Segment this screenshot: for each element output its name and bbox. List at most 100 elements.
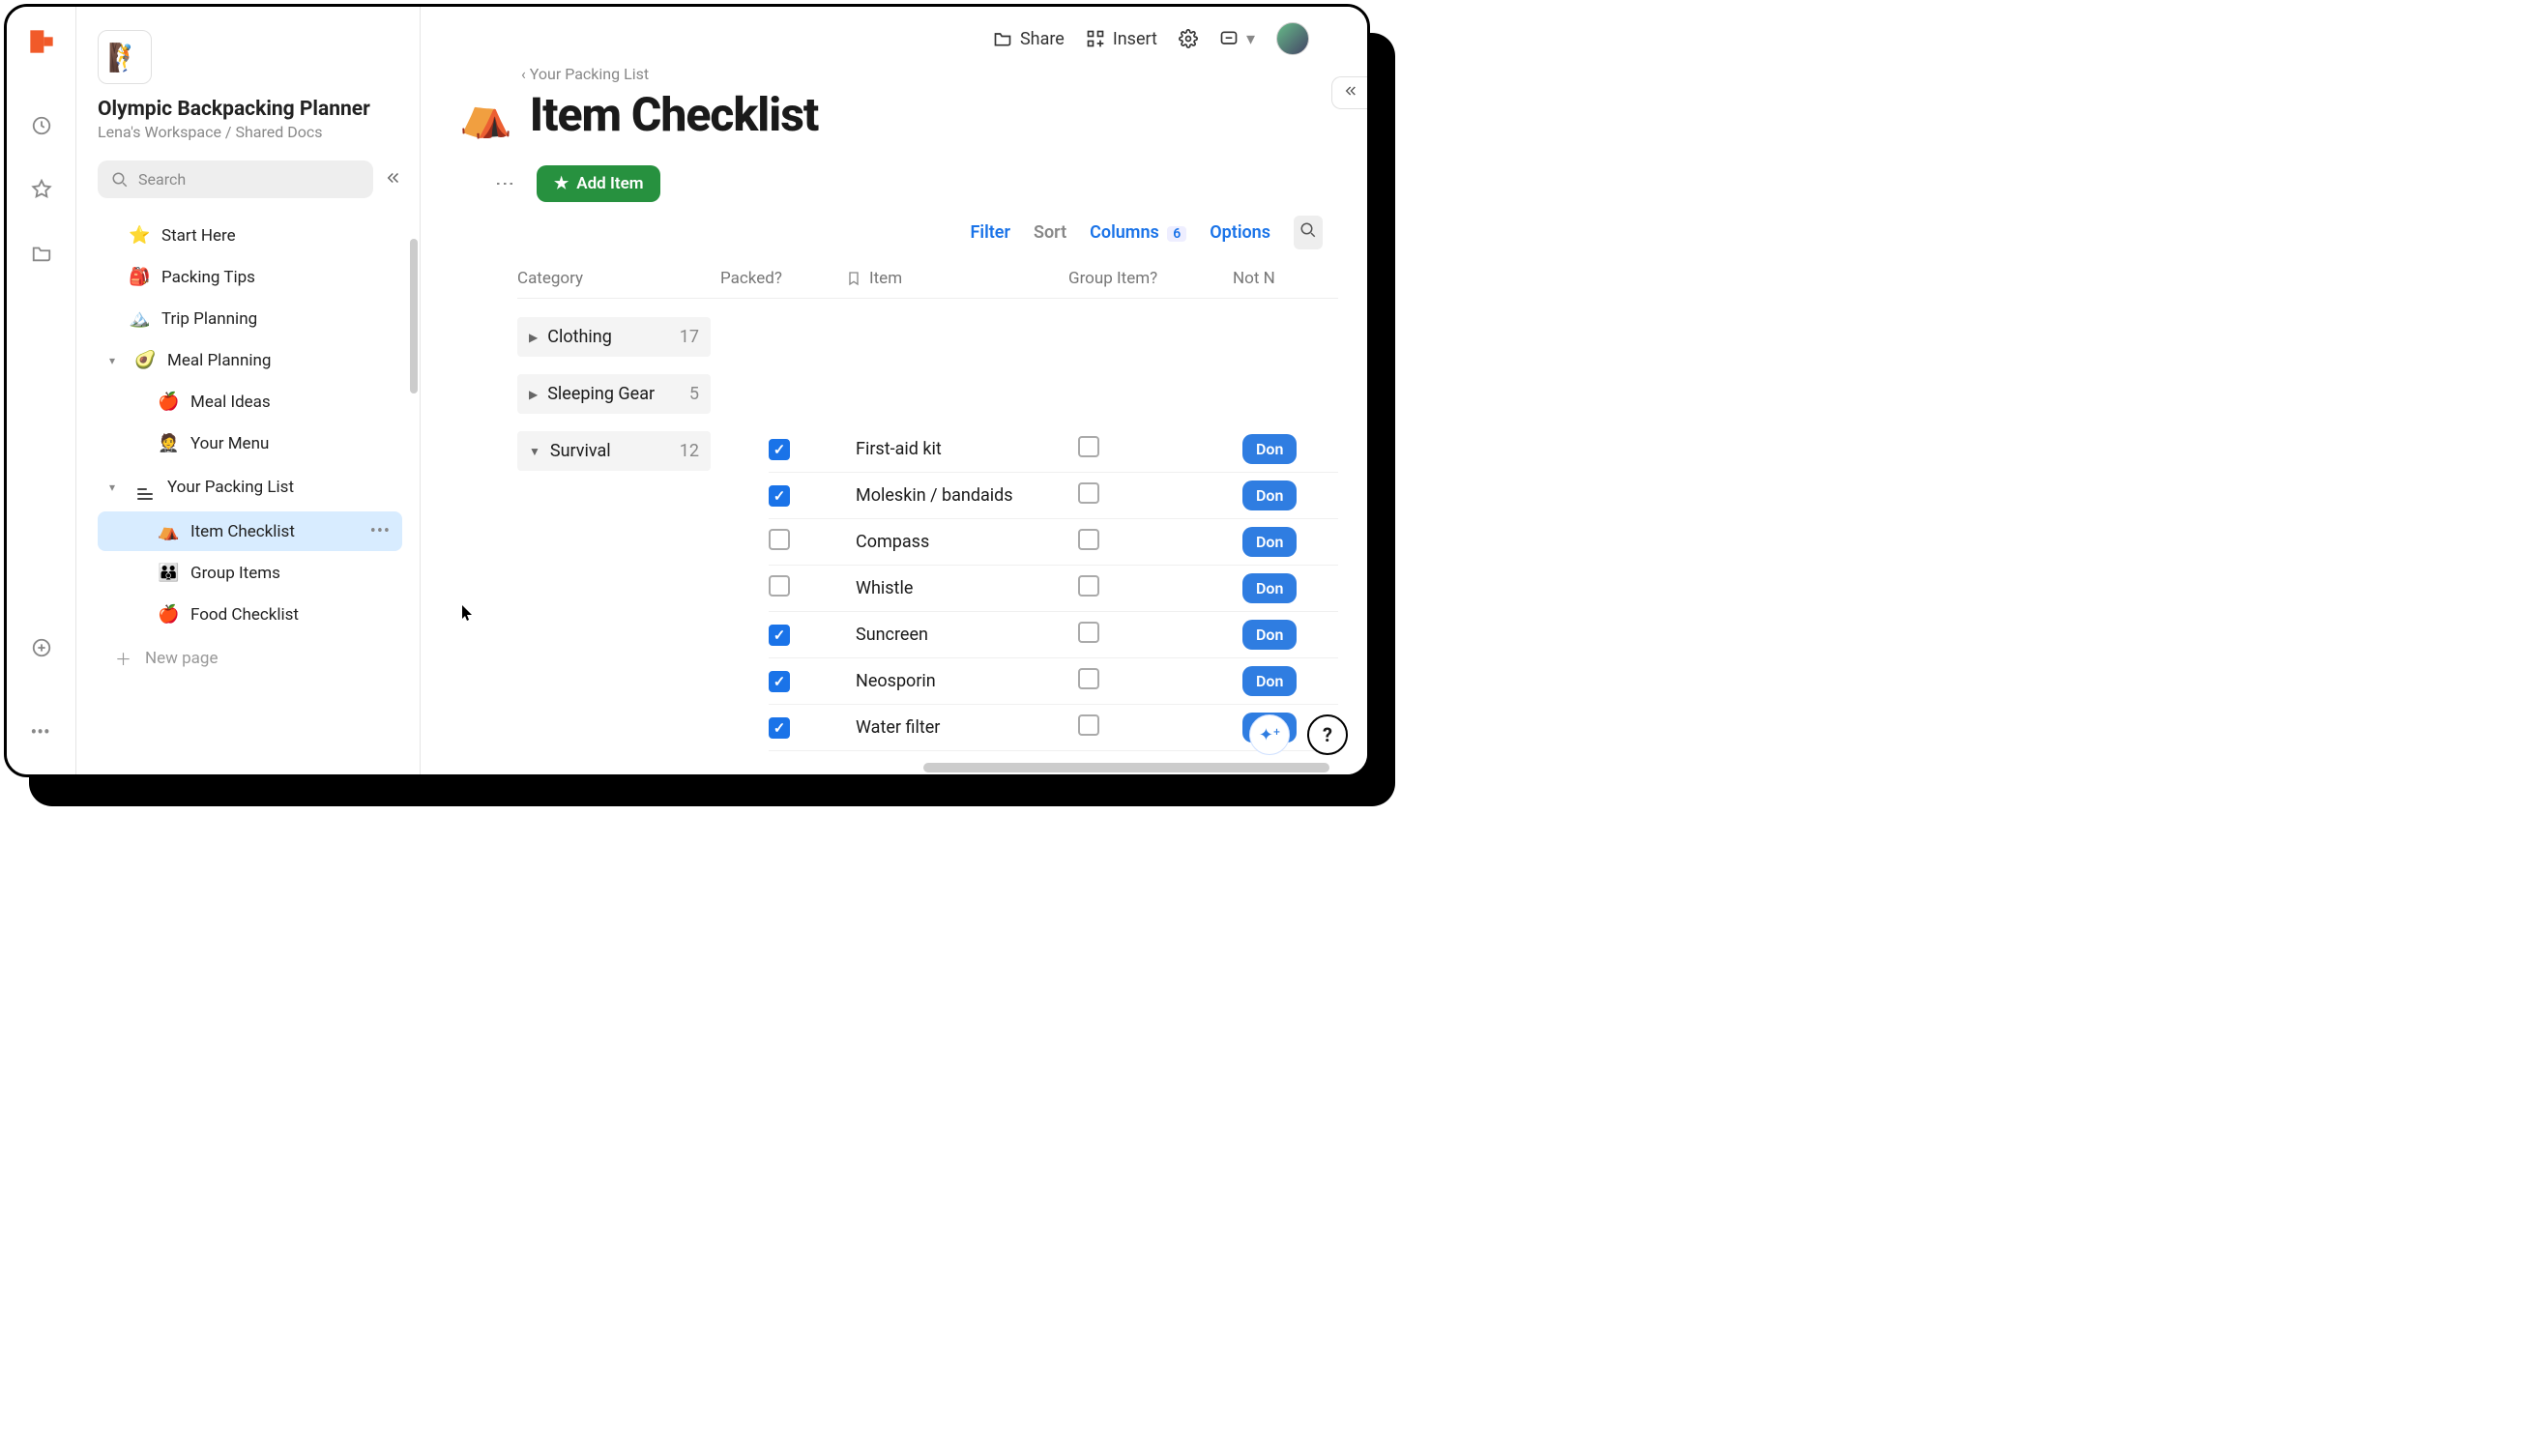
options-button[interactable]: Options	[1210, 222, 1270, 243]
more-icon[interactable]: •••	[370, 521, 391, 541]
clock-icon[interactable]	[31, 115, 52, 136]
filter-button[interactable]: Filter	[971, 222, 1010, 243]
avatar[interactable]	[1276, 22, 1309, 55]
group-label: Clothing	[547, 327, 612, 347]
search-icon	[111, 171, 129, 189]
sort-button[interactable]: Sort	[1034, 222, 1066, 243]
packed-checkbox[interactable]	[769, 575, 790, 597]
nav-item-checklist[interactable]: ⛺ Item Checklist •••	[98, 511, 402, 551]
table-row[interactable]: SuncreenDon	[769, 612, 1338, 658]
table-row[interactable]: First-aid kitDon	[769, 426, 1338, 473]
col-item[interactable]: Item	[846, 269, 1068, 288]
cursor-pointer-icon	[461, 604, 475, 626]
expand-panel-button[interactable]	[1331, 76, 1367, 109]
group-checkbox[interactable]	[1078, 668, 1099, 689]
nav-label: New page	[145, 649, 219, 668]
group-checkbox[interactable]	[1078, 575, 1099, 597]
expand-icon[interactable]: ▶	[529, 331, 538, 344]
page-emoji[interactable]: ⛺	[459, 90, 512, 140]
item-name: Neosporin	[856, 671, 1078, 691]
plus-icon: ＋	[115, 646, 131, 670]
doc-emoji[interactable]: 🧗	[98, 30, 152, 84]
expand-icon[interactable]: ▶	[529, 388, 538, 401]
item-name: Compass	[856, 532, 1078, 552]
table-toolbar: Filter Sort Columns 6 Options	[459, 216, 1338, 249]
nav-start-here[interactable]: ⭐ Start Here	[98, 216, 402, 255]
nav-your-menu[interactable]: 🤵 Your Menu	[98, 423, 402, 463]
group-sleeping-gear[interactable]: ▶ Sleeping Gear 5	[517, 374, 711, 414]
group-clothing[interactable]: ▶ Clothing 17	[517, 317, 711, 357]
settings-button[interactable]	[1179, 29, 1198, 48]
table-row[interactable]: Whistle Don	[769, 566, 1338, 612]
sparkle-icon: ✦⁺	[1259, 725, 1280, 745]
packed-checkbox[interactable]	[769, 625, 790, 646]
group-survival[interactable]: ▼ Survival 12	[517, 431, 711, 471]
tent-icon: ⛺	[158, 521, 179, 541]
comments-button[interactable]: ▾	[1219, 29, 1255, 49]
col-category[interactable]: Category	[517, 269, 720, 288]
columns-button[interactable]: Columns 6	[1090, 222, 1186, 243]
done-button[interactable]: Don	[1242, 434, 1297, 464]
new-page-button[interactable]: ＋ New page	[98, 636, 402, 680]
add-icon[interactable]	[31, 637, 52, 658]
nav-packing-tips[interactable]: 🎒 Packing Tips	[98, 257, 402, 297]
more-icon[interactable]: •••	[31, 720, 52, 742]
packed-checkbox[interactable]	[769, 671, 790, 692]
star-icon[interactable]	[31, 179, 52, 200]
packed-checkbox[interactable]	[769, 485, 790, 507]
people-icon: 👪	[158, 563, 179, 583]
group-checkbox[interactable]	[1078, 622, 1099, 643]
list-icon	[134, 475, 156, 500]
nav-meal-ideas[interactable]: 🍎 Meal Ideas	[98, 382, 402, 422]
chevron-left-double-icon	[1342, 83, 1357, 99]
item-name: Whistle	[856, 578, 1078, 598]
nav-label: Meal Planning	[167, 351, 271, 370]
app-logo[interactable]	[28, 28, 55, 55]
table-row[interactable]: Moleskin / bandaidsDon	[769, 473, 1338, 519]
backpack-icon: 🎒	[129, 267, 150, 287]
col-packed[interactable]: Packed?	[720, 269, 846, 288]
nav-group-items[interactable]: 👪 Group Items	[98, 553, 402, 593]
folder-icon[interactable]	[31, 243, 52, 264]
packed-checkbox[interactable]	[769, 529, 790, 550]
breadcrumb[interactable]: Lena's Workspace / Shared Docs	[98, 123, 402, 141]
add-item-button[interactable]: ★ Add Item	[537, 165, 660, 202]
packed-checkbox[interactable]	[769, 439, 790, 460]
insert-button[interactable]: Insert	[1086, 29, 1157, 49]
nav-meal-planning[interactable]: ▾ 🥑 Meal Planning	[98, 340, 402, 380]
help-button[interactable]: ?	[1307, 714, 1348, 755]
done-button[interactable]: Don	[1242, 573, 1297, 603]
table-row[interactable]: Neosporin Don	[769, 658, 1338, 705]
search-input[interactable]: Search	[98, 160, 373, 198]
group-checkbox[interactable]	[1078, 482, 1099, 504]
horizontal-scrollbar[interactable]	[923, 763, 1329, 772]
table-more-icon[interactable]: ⋮	[494, 174, 517, 193]
chevron-down-icon[interactable]: ▾	[109, 354, 123, 367]
done-button[interactable]: Don	[1242, 620, 1297, 650]
page-title: Item Checklist	[530, 87, 818, 142]
ai-assist-button[interactable]: ✦⁺	[1249, 714, 1290, 755]
collapse-sidebar-icon[interactable]	[385, 169, 402, 190]
nav-food-checklist[interactable]: 🍎 Food Checklist	[98, 595, 402, 634]
group-checkbox[interactable]	[1078, 529, 1099, 550]
nav-trip-planning[interactable]: 🏔️ Trip Planning	[98, 299, 402, 338]
nav-packing-list[interactable]: ▾ Your Packing List	[98, 465, 402, 510]
done-button[interactable]: Don	[1242, 527, 1297, 557]
chevron-down-icon[interactable]: ▾	[109, 480, 123, 494]
group-checkbox[interactable]	[1078, 714, 1099, 736]
packed-checkbox[interactable]	[769, 717, 790, 739]
sidebar-scrollbar[interactable]	[410, 239, 418, 393]
table-search-button[interactable]	[1294, 216, 1323, 249]
collapse-icon[interactable]: ▼	[529, 445, 540, 458]
waiter-icon: 🤵	[158, 433, 179, 453]
col-not-needed[interactable]: Not N	[1233, 269, 1291, 288]
done-button[interactable]: Don	[1242, 666, 1297, 696]
col-group-item[interactable]: Group Item?	[1068, 269, 1233, 288]
group-checkbox[interactable]	[1078, 436, 1099, 457]
table-row[interactable]: Compass Don	[769, 519, 1338, 566]
star-icon: ★	[554, 174, 569, 193]
share-button[interactable]: Share	[993, 29, 1065, 49]
done-button[interactable]: Don	[1242, 480, 1297, 510]
page-breadcrumb[interactable]: ‹ Your Packing List	[459, 65, 1338, 83]
apple-icon: 🍎	[158, 392, 179, 412]
